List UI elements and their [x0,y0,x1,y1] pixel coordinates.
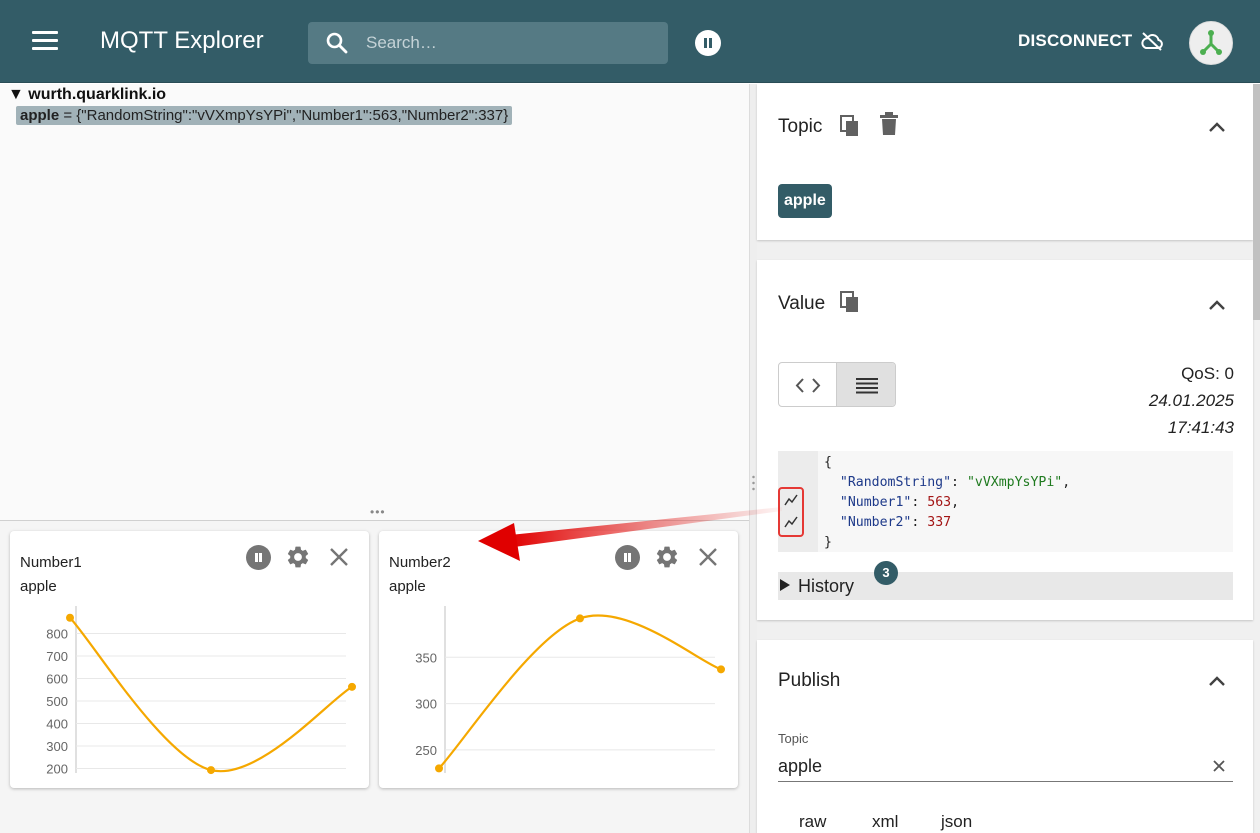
history-count-badge: 3 [874,561,898,585]
chart-pause-icon[interactable] [615,545,640,570]
tree-node-value: = {"RandomString":"vVXmpYsYPi","Number1"… [59,107,509,124]
value-section-title: Value [778,293,826,314]
series-line [438,614,722,770]
json-brace: { [824,455,832,470]
json-brace: } [824,535,832,550]
chevron-up-icon[interactable] [1207,298,1227,312]
gear-icon[interactable] [654,544,680,570]
tree-node-apple[interactable]: apple = {"RandomString":"vVXmpYsYPi","Nu… [16,106,513,125]
tree-node-name: apple [20,107,60,124]
message-time: 17:41:43 [1167,418,1234,437]
chart-plot: 250 300 350 [415,606,725,773]
y-tick-label: 800 [46,627,68,642]
connection-logo-icon [1200,30,1222,55]
data-point [576,614,584,623]
cloud-off-icon [1141,32,1164,51]
topic-tree: ▼ wurth.quarklink.io apple = {"RandomStr… [0,84,749,520]
y-tick-label: 350 [415,650,437,665]
chart-title: Number1 [20,554,82,571]
copy-icon[interactable] [839,290,861,314]
search-box[interactable] [308,22,668,64]
y-tick-label: 700 [46,649,68,664]
app-title: MQTT Explorer [100,27,264,54]
topic-section-title: Topic [778,116,823,137]
topic-chip[interactable]: apple [778,184,832,218]
json-key: "RandomString" [839,475,952,490]
y-tick-label: 600 [46,672,68,687]
code-icon [795,378,821,393]
add-chart-icon-number1[interactable] [783,493,799,507]
data-point [435,764,443,773]
json-key: "Number2" [839,515,912,530]
data-point [66,613,74,622]
value-section: Value QoS: 0 24.01.2025 17:41:43 { "Rand… [757,260,1253,620]
avatar[interactable] [1189,21,1233,65]
chart-pause-icon[interactable] [246,545,271,570]
y-tick-label: 250 [415,743,437,758]
json-string-value: "vVXmpYsYPi" [966,475,1063,490]
list-icon [856,378,878,394]
view-mode-toggle [778,362,896,407]
chevron-up-icon[interactable] [1207,120,1227,134]
json-number-value: 337 [927,515,952,530]
app-bar: MQTT Explorer DISCONNECT [0,0,1260,83]
code-view-button[interactable] [779,363,837,406]
copy-icon[interactable] [839,114,861,138]
format-json[interactable]: json [941,812,972,832]
y-tick-label: 300 [46,739,68,754]
close-icon[interactable] [328,546,350,568]
publish-section: Publish Topic raw xml json [757,640,1253,833]
json-number-value: 563 [927,495,952,510]
scrollbar[interactable] [1253,84,1260,320]
expand-triangle-icon [780,579,790,591]
chart-card-number2: Number2 apple 250 300 350 [379,531,738,788]
y-tick-label: 200 [46,762,68,777]
delete-icon[interactable] [879,112,899,136]
format-xml[interactable]: xml [872,812,898,832]
y-tick-label: 300 [415,697,437,712]
resize-handle-icon[interactable]: ••• [370,505,386,519]
json-value-viewer: { "RandomString": "vVXmpYsYPi", "Number1… [778,451,1233,552]
gear-icon[interactable] [285,544,311,570]
y-tick-label: 500 [46,694,68,709]
disconnect-button[interactable]: DISCONNECT [1018,31,1164,51]
chart-panel: Number1 apple 200 300 400 500 600 700 800 Numb… [0,521,749,833]
data-point [348,682,356,691]
chart-title: Number2 [389,554,451,571]
json-lines: { "RandomString": "vVXmpYsYPi", "Number1… [824,455,1071,550]
chart-plot: 200 300 400 500 600 700 800 [46,606,356,777]
disconnect-label: DISCONNECT [1018,31,1133,50]
history-label: History [798,576,855,596]
search-input[interactable] [366,30,656,56]
chart-toggle-highlight [778,487,804,537]
publish-section-title: Publish [778,670,841,691]
data-point [717,665,725,674]
publish-topic-label: Topic [778,731,809,746]
format-raw[interactable]: raw [799,812,826,832]
clear-icon[interactable] [1212,759,1226,773]
chart-card-number1: Number1 apple 200 300 400 500 600 700 800 [10,531,369,788]
series-line [69,617,353,773]
raw-view-button[interactable] [837,363,895,406]
message-date: 24.01.2025 [1148,391,1234,410]
vertical-resize-bar[interactable] [749,84,757,833]
details-panel: Topic apple Value QoS: 0 24.01.2025 17:4… [757,84,1260,833]
search-icon [326,32,348,54]
history-expander[interactable]: History 3 [778,561,1233,600]
publish-topic-input[interactable] [778,752,1233,782]
data-point [207,766,215,775]
qos-label: QoS: 0 [1181,364,1234,383]
json-key: "Number1" [839,495,912,510]
close-icon[interactable] [697,546,719,568]
pause-icon[interactable] [695,30,721,56]
chevron-up-icon[interactable] [1207,674,1227,688]
menu-icon[interactable] [30,28,60,54]
topic-section: Topic apple [757,84,1253,240]
add-chart-icon-number2[interactable] [783,515,799,529]
tree-root-node[interactable]: ▼ wurth.quarklink.io [8,86,166,104]
y-tick-label: 400 [46,717,68,732]
